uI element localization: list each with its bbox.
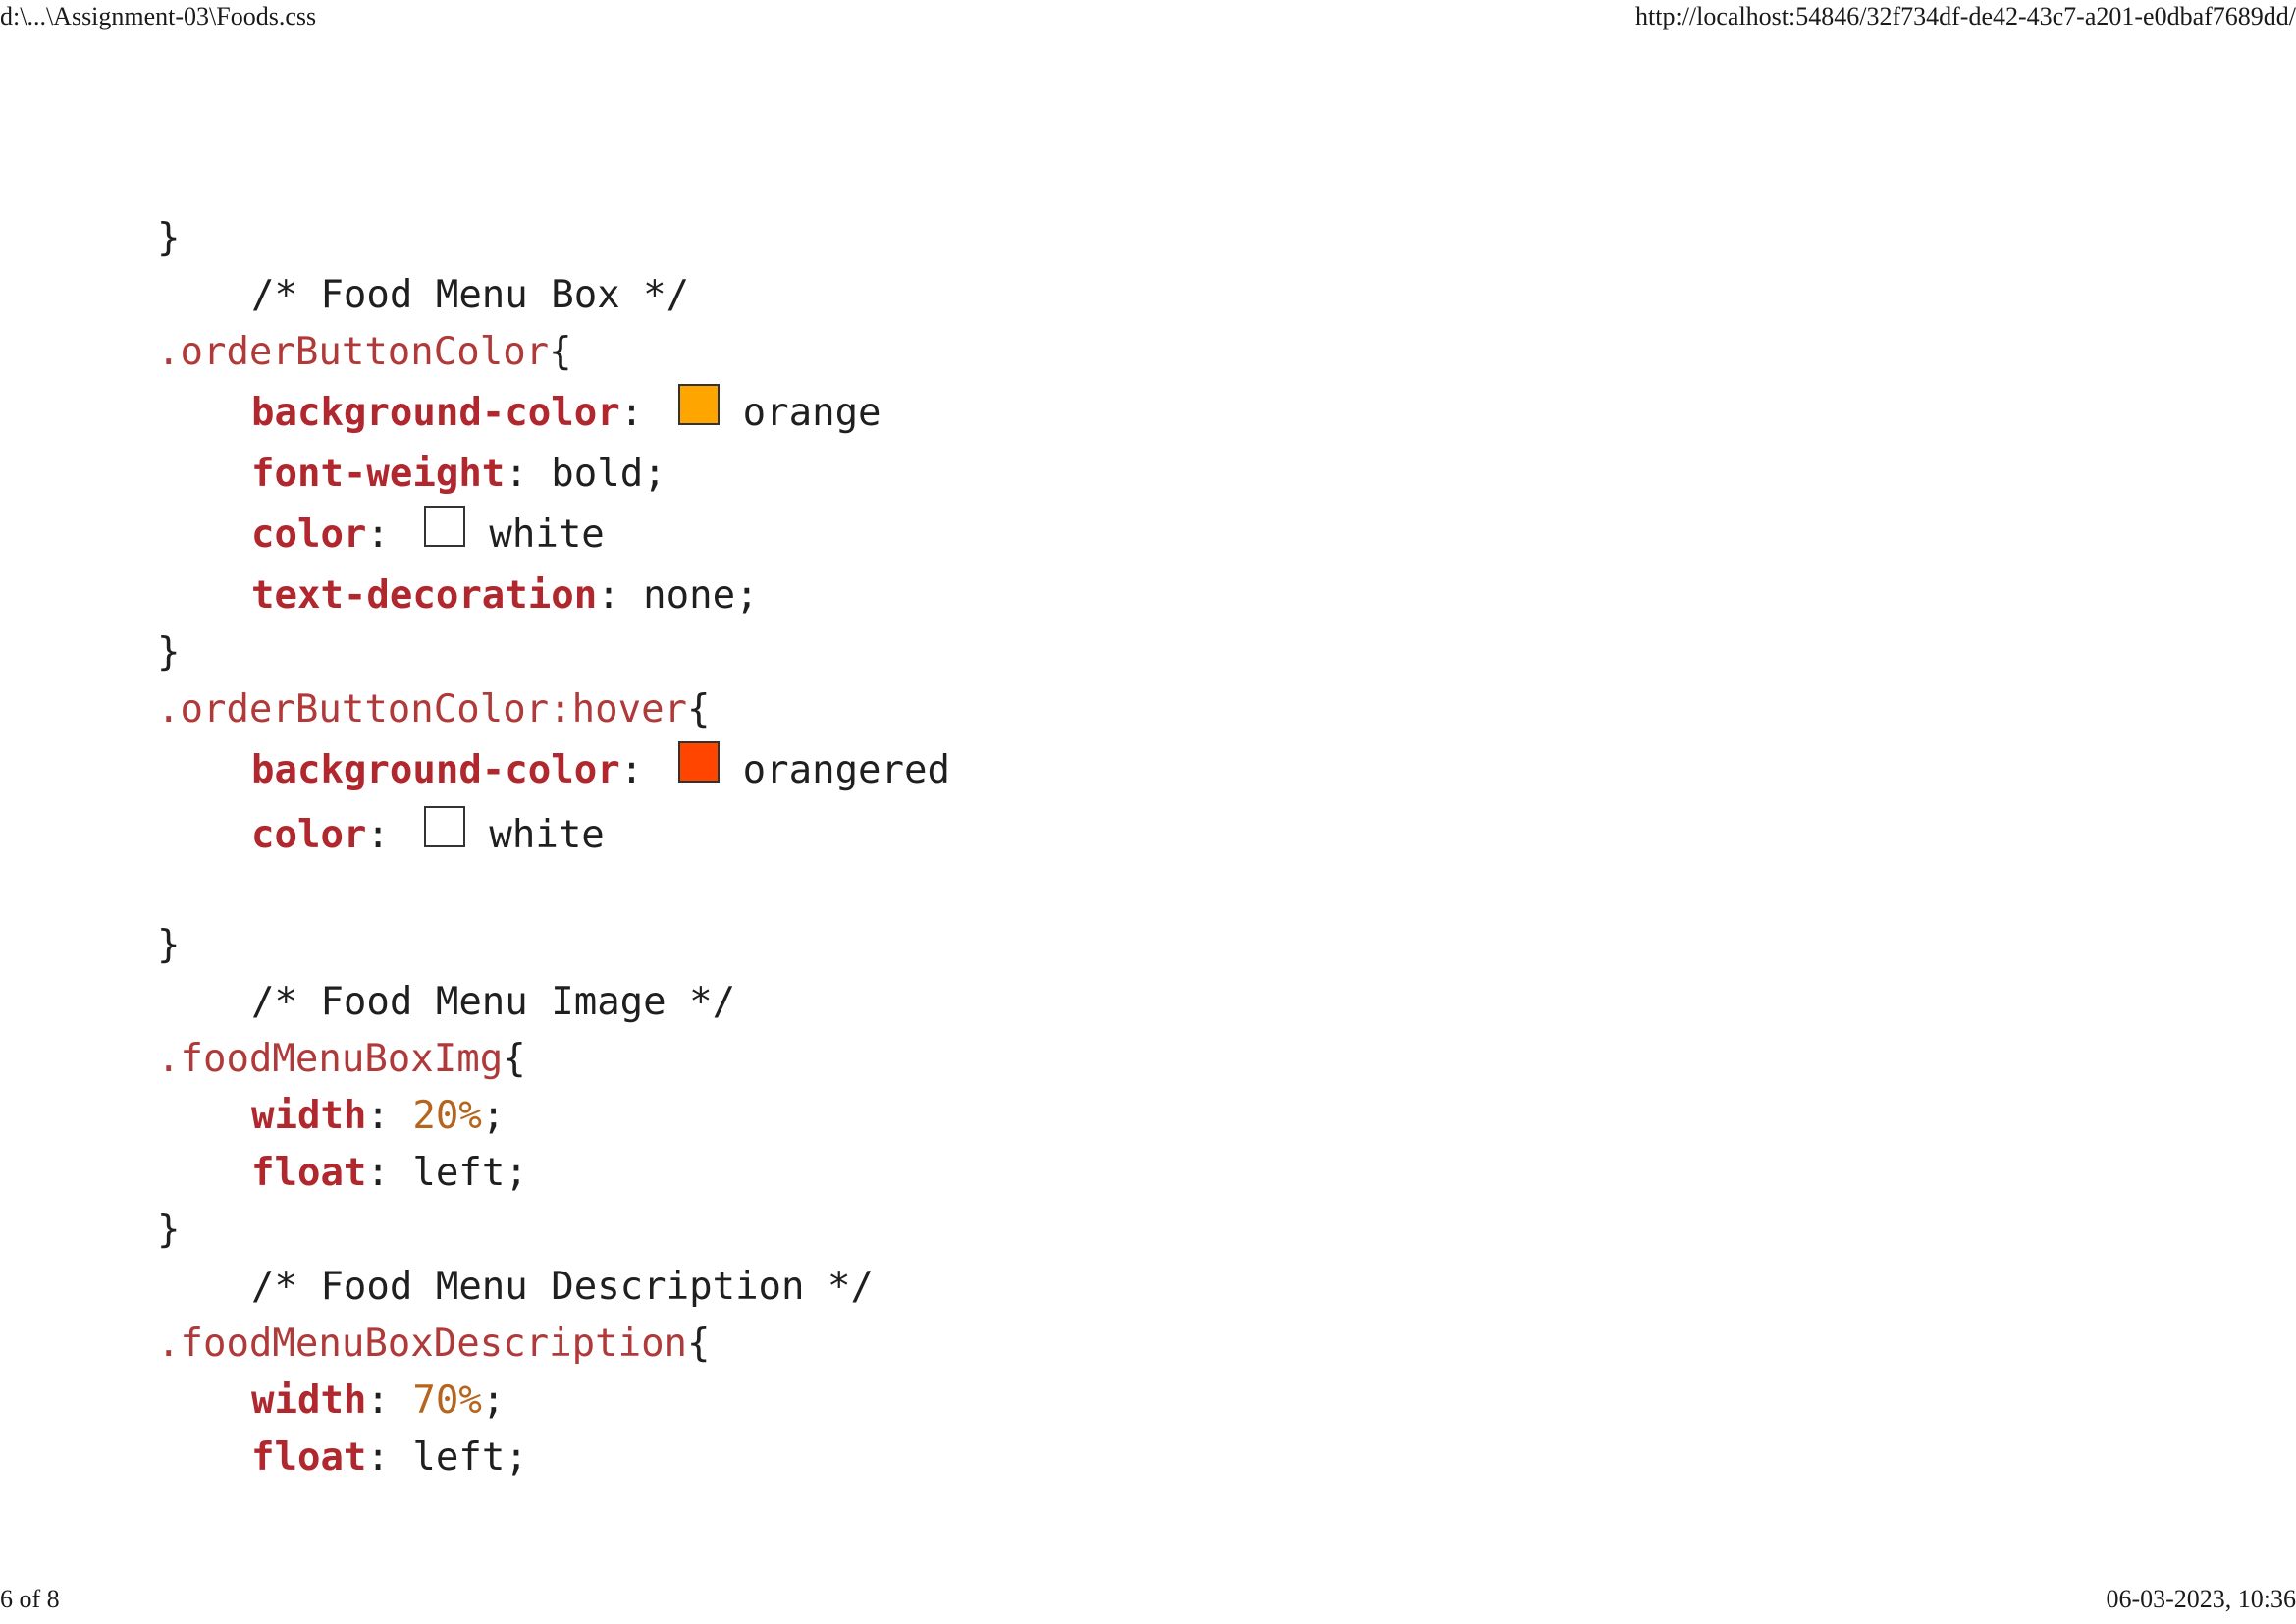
color-swatch-white — [424, 506, 466, 547]
closing-brace: } — [157, 922, 181, 967]
colon: : — [366, 1093, 413, 1138]
value-white: white — [489, 812, 605, 857]
colon: : — [366, 1150, 413, 1195]
selector-order-button-color-hover: .orderButtonColor:hover — [157, 686, 688, 731]
value-left: left; — [412, 1435, 528, 1480]
semicolon: ; — [481, 1378, 506, 1423]
value-orange: orange — [742, 390, 881, 435]
code-line: /* Food Menu Box */ — [157, 266, 950, 323]
color-swatch-orangered — [677, 741, 720, 783]
closing-brace: } — [157, 629, 181, 675]
code-line: text-decoration: none; — [157, 567, 950, 623]
property-font-weight: font-weight — [251, 451, 506, 496]
code-line: /* Food Menu Description */ — [157, 1258, 950, 1315]
code-line: } — [157, 916, 950, 973]
selector-order-button-color: .orderButtonColor — [157, 329, 550, 374]
code-line: width: 20%; — [157, 1087, 950, 1144]
code-line: .foodMenuBoxImg{ — [157, 1030, 950, 1087]
property-float: float — [251, 1150, 367, 1195]
code-line: font-weight: bold; — [157, 445, 950, 502]
color-swatch-orange — [677, 384, 720, 425]
value-width-70: 70% — [412, 1378, 482, 1423]
property-color: color — [251, 512, 367, 557]
colon: : — [366, 1435, 413, 1480]
comment-food-menu-description: /* Food Menu Description */ — [251, 1264, 874, 1309]
value-width-20: 20% — [412, 1093, 482, 1138]
colon: : — [505, 451, 552, 496]
css-code-listing: } /* Food Menu Box */ .orderButtonColor{… — [157, 209, 950, 1486]
property-width: width — [251, 1378, 367, 1423]
selector-food-menu-box-description: .foodMenuBoxDescription — [157, 1321, 688, 1366]
code-line: .foodMenuBoxDescription{ — [157, 1315, 950, 1372]
code-line: } — [157, 1201, 950, 1258]
opening-brace: { — [503, 1036, 526, 1081]
semicolon: ; — [481, 1093, 506, 1138]
property-text-decoration: text-decoration — [251, 572, 598, 618]
value-left: left; — [412, 1150, 528, 1195]
code-line: .orderButtonColor:hover{ — [157, 680, 950, 737]
property-color: color — [251, 812, 367, 857]
print-footer-page-number: 6 of 8 — [0, 1585, 60, 1613]
colon: : — [366, 512, 413, 557]
value-white: white — [489, 512, 605, 557]
comment-food-menu-box: /* Food Menu Box */ — [251, 272, 690, 317]
closing-brace: } — [157, 1207, 181, 1252]
property-float: float — [251, 1435, 367, 1480]
code-line: /* Food Menu Image */ — [157, 973, 950, 1030]
print-footer-datetime: 06-03-2023, 10:36 — [2106, 1585, 2296, 1613]
code-line: } — [157, 623, 950, 680]
color-swatch-white — [424, 806, 466, 847]
value-bold: bold; — [551, 451, 667, 496]
code-line: float: left; — [157, 1429, 950, 1486]
code-line: } — [157, 209, 950, 266]
opening-brace: { — [687, 686, 711, 731]
code-line: background-color: orangered — [157, 737, 950, 802]
colon: : — [597, 572, 644, 618]
code-line: width: 70%; — [157, 1372, 950, 1429]
print-header-url: http://localhost:54846/32f734df-de42-43c… — [1635, 2, 2296, 30]
value-orangered: orangered — [742, 747, 950, 792]
comment-food-menu-image: /* Food Menu Image */ — [251, 979, 736, 1024]
code-line: background-color: orange — [157, 380, 950, 445]
property-background-color: background-color — [251, 747, 620, 792]
colon: : — [366, 812, 413, 857]
closing-brace: } — [157, 215, 181, 260]
property-width: width — [251, 1093, 367, 1138]
colon: : — [619, 390, 667, 435]
colon: : — [619, 747, 667, 792]
opening-brace: { — [687, 1321, 711, 1366]
print-header-file-path: d:\...\Assignment-03\Foods.css — [0, 2, 317, 30]
selector-food-menu-box-img: .foodMenuBoxImg — [157, 1036, 504, 1081]
code-line: color: white — [157, 502, 950, 567]
colon: : — [366, 1378, 413, 1423]
property-background-color: background-color — [251, 390, 620, 435]
code-line: float: left; — [157, 1144, 950, 1201]
opening-brace: { — [549, 329, 572, 374]
code-line: .orderButtonColor{ — [157, 323, 950, 380]
value-none: none; — [643, 572, 759, 618]
code-line: color: white — [157, 802, 950, 867]
